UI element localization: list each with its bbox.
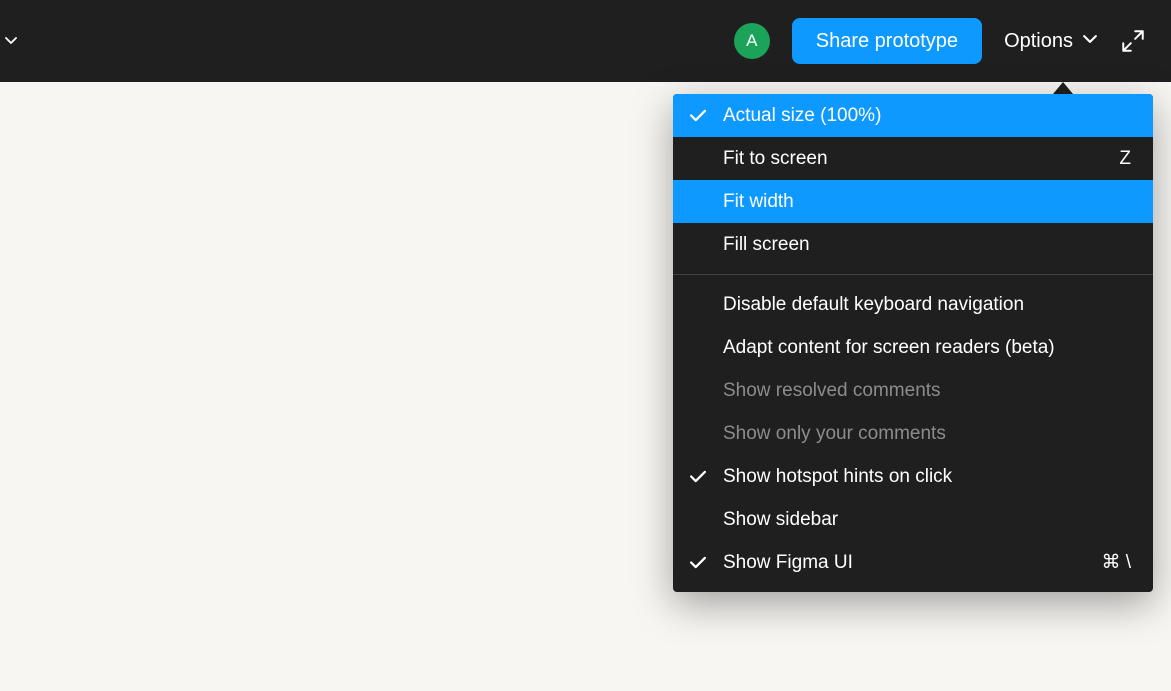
- menu-item-adapt-content-for-screen-readers-beta[interactable]: Adapt content for screen readers (beta): [673, 326, 1153, 369]
- menu-item-label: Disable default keyboard navigation: [723, 295, 1131, 314]
- menu-item-label: Fit to screen: [723, 149, 1107, 168]
- menu-item-label: Fit width: [723, 192, 1131, 211]
- menu-item-check: [673, 109, 723, 122]
- menu-item-label: Fill screen: [723, 235, 1131, 254]
- menu-item-label: Show resolved comments: [723, 381, 1131, 400]
- options-button-label: Options: [1004, 30, 1073, 53]
- menu-item-label: Actual size (100%): [723, 106, 1131, 125]
- options-dropdown: Actual size (100%) Fit to screen Z Fit widt…: [673, 94, 1153, 592]
- menu-item-fit-to-screen[interactable]: Fit to screen Z: [673, 137, 1153, 180]
- share-prototype-button[interactable]: Share prototype: [792, 18, 982, 64]
- menu-item-label: Show only your comments: [723, 424, 1131, 443]
- fullscreen-button[interactable]: [1119, 27, 1147, 55]
- toolbar: A Share prototype Options: [0, 0, 1171, 82]
- menu-item-show-figma-ui[interactable]: Show Figma UI ⌘ \: [673, 541, 1153, 584]
- menu-separator: [673, 274, 1153, 275]
- menu-item-show-resolved-comments: Show resolved comments: [673, 369, 1153, 412]
- dropdown-arrow: [1053, 82, 1073, 94]
- menu-item-shortcut: ⌘ \: [1101, 553, 1131, 572]
- check-icon: [690, 109, 706, 122]
- menu-item-label: Adapt content for screen readers (beta): [723, 338, 1131, 357]
- toolbar-menu-button[interactable]: [2, 32, 20, 50]
- options-button[interactable]: Options: [1004, 30, 1097, 53]
- menu-item-label: Show Figma UI: [723, 553, 1089, 572]
- toolbar-left: [2, 32, 20, 50]
- menu-item-check: [673, 470, 723, 483]
- menu-item-disable-default-keyboard-navigation[interactable]: Disable default keyboard navigation: [673, 283, 1153, 326]
- menu-item-fill-screen[interactable]: Fill screen: [673, 223, 1153, 266]
- menu-item-actual-size-100[interactable]: Actual size (100%): [673, 94, 1153, 137]
- menu-item-fit-width[interactable]: Fit width: [673, 180, 1153, 223]
- toolbar-right: A Share prototype Options: [734, 18, 1147, 64]
- check-icon: [690, 470, 706, 483]
- menu-item-show-sidebar[interactable]: Show sidebar: [673, 498, 1153, 541]
- expand-icon: [1120, 28, 1146, 54]
- check-icon: [690, 556, 706, 569]
- avatar-initial: A: [746, 31, 757, 51]
- share-button-label: Share prototype: [816, 30, 958, 52]
- menu-item-label: Show hotspot hints on click: [723, 467, 1131, 486]
- menu-item-show-hotspot-hints-on-click[interactable]: Show hotspot hints on click: [673, 455, 1153, 498]
- menu-item-label: Show sidebar: [723, 510, 1131, 529]
- menu-item-check: [673, 556, 723, 569]
- chevron-down-icon: [1083, 34, 1097, 44]
- menu-item-show-only-your-comments: Show only your comments: [673, 412, 1153, 455]
- chevron-down-icon: [5, 37, 17, 45]
- menu-item-shortcut: Z: [1119, 149, 1131, 168]
- avatar[interactable]: A: [734, 23, 770, 59]
